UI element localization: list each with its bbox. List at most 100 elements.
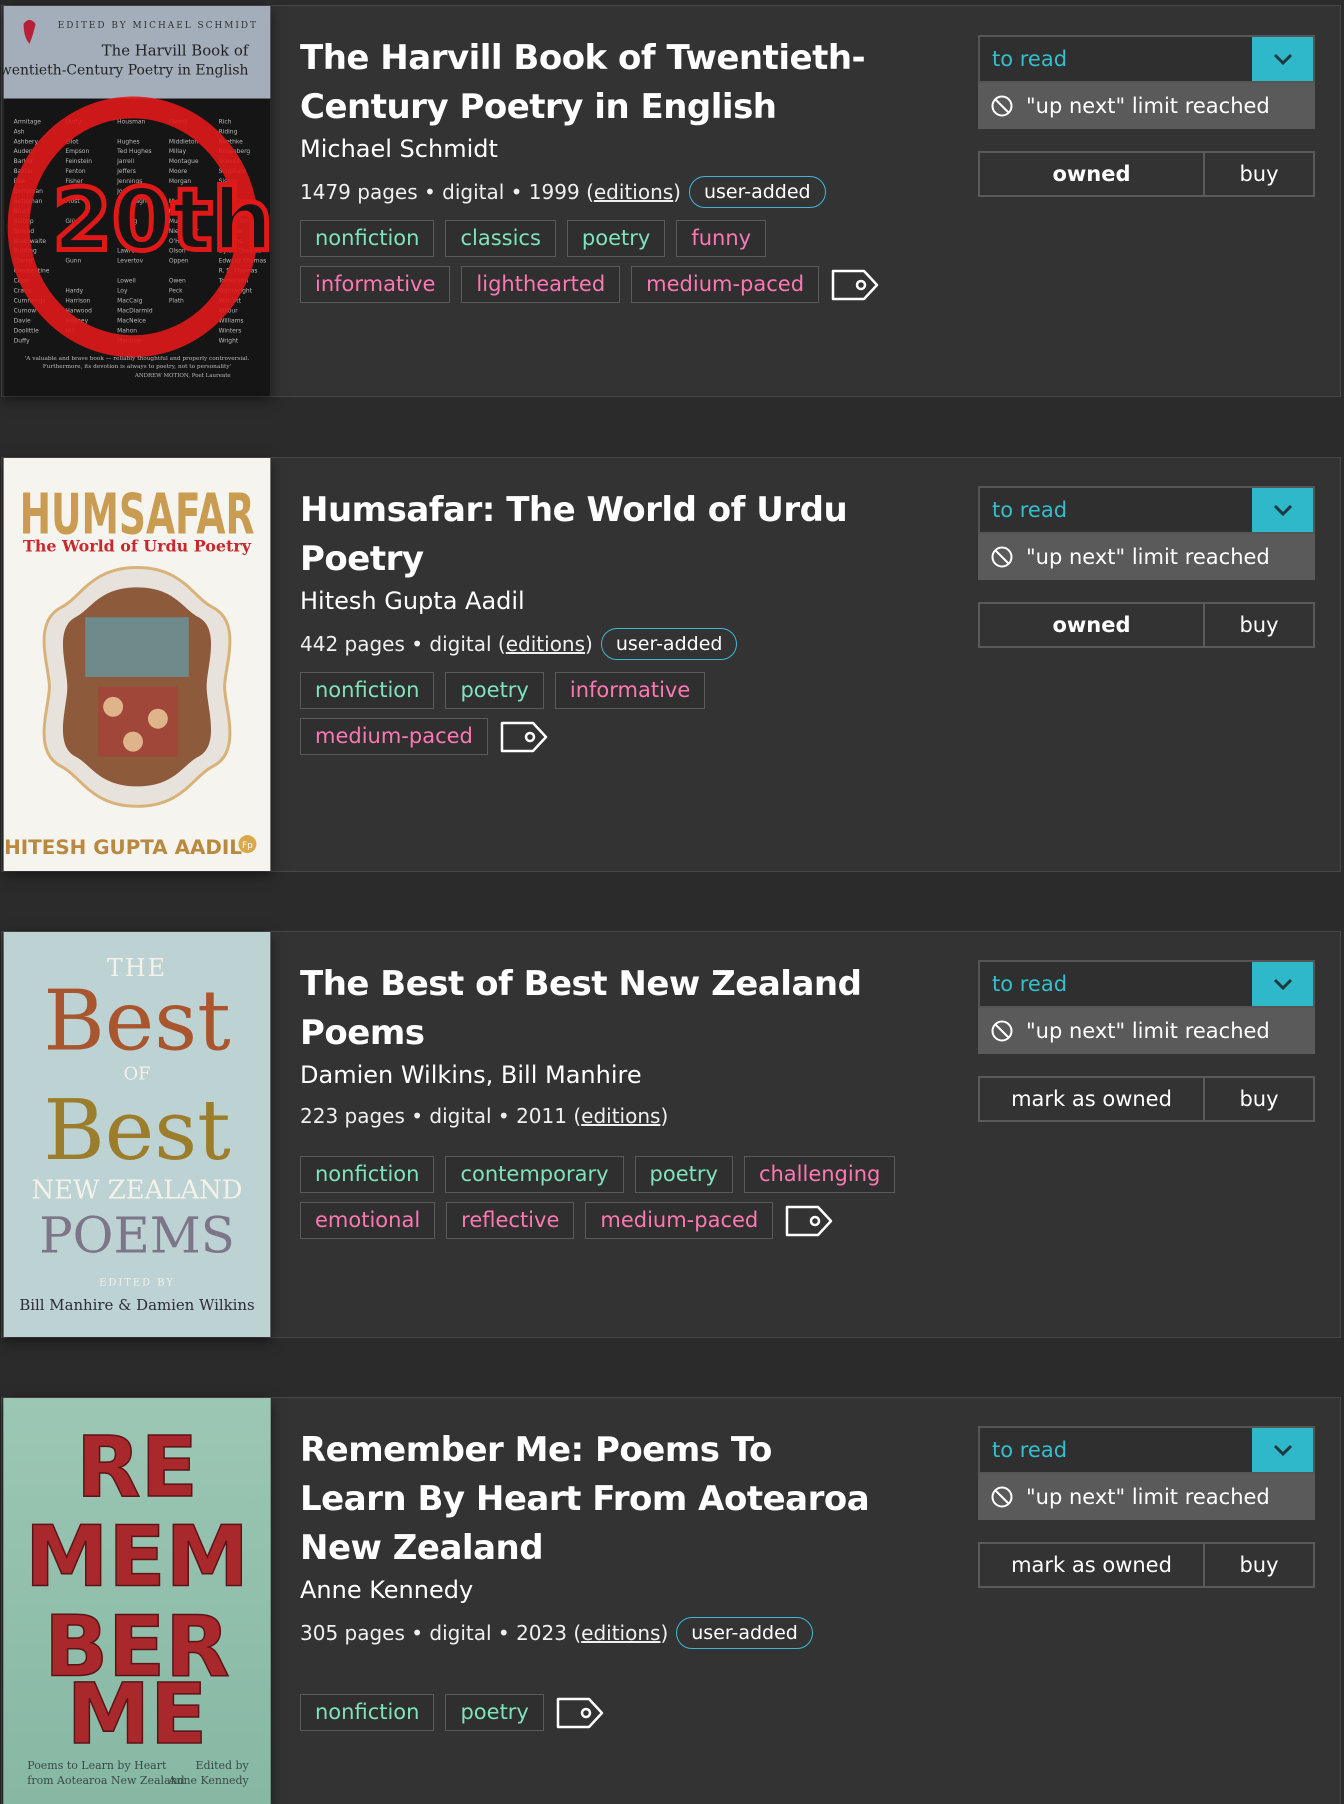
- svg-text:Twentieth-Century Poetry in En: Twentieth-Century Poetry in English: [3, 63, 248, 79]
- cover-art: RE MEM BER ME Poems to Learn by Heart fr…: [3, 1398, 271, 1804]
- book-title[interactable]: Remember Me: Poems To Learn By Heart Fro…: [300, 1426, 880, 1573]
- editions-link[interactable]: editions: [594, 180, 673, 204]
- status-value: to read: [992, 1438, 1068, 1462]
- cover-art: EDITED BY MICHAEL SCHMIDT The Harvill Bo…: [3, 6, 271, 396]
- tag-list: nonfiction classics poetry funny informa…: [300, 220, 920, 303]
- book-meta: 1479 pages • digital • 1999 (editions) u…: [300, 176, 900, 208]
- tag[interactable]: emotional: [300, 1202, 436, 1239]
- svg-text:Ashbery: Ashbery: [14, 138, 39, 145]
- tag[interactable]: nonfiction: [300, 220, 435, 257]
- svg-text:20th: 20th: [52, 172, 271, 271]
- tag[interactable]: poetry: [445, 672, 544, 709]
- tag-icon[interactable]: [555, 1696, 605, 1730]
- buy-button[interactable]: buy: [1205, 604, 1313, 646]
- chevron-down-icon[interactable]: [1252, 962, 1313, 1006]
- book-cover[interactable]: EDITED BY MICHAEL SCHMIDT The Harvill Bo…: [3, 6, 271, 396]
- tag[interactable]: lighthearted: [461, 266, 621, 303]
- cover-art: THE Best OF Best NEW ZEALAND POEMS EDITE…: [3, 932, 271, 1337]
- book-author[interactable]: Damien Wilkins, Bill Manhire: [300, 1060, 900, 1090]
- svg-text:Loy: Loy: [117, 288, 128, 295]
- owned-button[interactable]: owned: [980, 153, 1205, 195]
- svg-text:MacNeice: MacNeice: [117, 317, 146, 324]
- svg-text:EDITED BY MICHAEL SCHMIDT: EDITED BY MICHAEL SCHMIDT: [58, 21, 258, 31]
- svg-text:Jarrell: Jarrell: [116, 158, 134, 165]
- tag-icon[interactable]: [784, 1204, 834, 1238]
- svg-text:Owen: Owen: [169, 278, 186, 285]
- tag[interactable]: classics: [445, 220, 556, 257]
- meta-text: 1479 pages • digital • 1999 (: [300, 180, 594, 204]
- meta-suffix: ): [660, 1621, 669, 1645]
- buy-button[interactable]: buy: [1205, 1078, 1313, 1120]
- tag[interactable]: nonfiction: [300, 672, 435, 709]
- tag[interactable]: medium-paced: [300, 718, 488, 755]
- tag-icon[interactable]: [499, 720, 549, 754]
- book-author[interactable]: Hitesh Gupta Aadil: [300, 586, 900, 616]
- status-select[interactable]: to read: [978, 35, 1315, 83]
- editions-link[interactable]: editions: [581, 1104, 660, 1128]
- svg-text:The Harvill Book of: The Harvill Book of: [102, 42, 250, 60]
- tag[interactable]: poetry: [634, 1156, 733, 1193]
- tag[interactable]: challenging: [743, 1156, 896, 1193]
- user-added-badge: user-added: [600, 628, 738, 660]
- tag[interactable]: medium-paced: [585, 1202, 774, 1239]
- svg-text:Davie: Davie: [14, 317, 31, 324]
- status-value: to read: [992, 498, 1068, 522]
- chevron-down-icon[interactable]: [1252, 1428, 1313, 1472]
- svg-text:Ted Hughes: Ted Hughes: [116, 148, 152, 155]
- tag[interactable]: nonfiction: [300, 1694, 435, 1731]
- book-cover[interactable]: RE MEM BER ME Poems to Learn by Heart fr…: [3, 1398, 271, 1804]
- svg-text:ANDREW MOTION, Poet Laureate: ANDREW MOTION, Poet Laureate: [134, 373, 231, 379]
- tag[interactable]: reflective: [446, 1202, 575, 1239]
- tag[interactable]: poetry: [566, 220, 666, 257]
- chevron-down-icon[interactable]: [1252, 37, 1313, 81]
- buy-button[interactable]: buy: [1205, 153, 1313, 195]
- cover-art: HUMSAFAR The World of Urdu Poetry HITESH…: [3, 458, 271, 871]
- status-select[interactable]: to read: [978, 486, 1315, 534]
- tag-icon[interactable]: [830, 268, 880, 302]
- limit-text: "up next" limit reached: [1026, 94, 1270, 118]
- prohibited-icon: [991, 1020, 1013, 1042]
- svg-text:Feinstein: Feinstein: [65, 158, 92, 165]
- status-select[interactable]: to read: [978, 960, 1315, 1008]
- book-cover[interactable]: HUMSAFAR The World of Urdu Poetry HITESH…: [3, 458, 271, 871]
- book-author[interactable]: Anne Kennedy: [300, 1575, 880, 1605]
- svg-text:Curnow: Curnow: [14, 307, 37, 314]
- ownership-controls: owned buy: [978, 151, 1315, 197]
- svg-text:The World of Urdu Poetry: The World of Urdu Poetry: [23, 537, 252, 556]
- book-title[interactable]: Humsafar: The World of Urdu Poetry: [300, 486, 900, 584]
- book-meta: 223 pages • digital • 2011 (editions): [300, 1102, 900, 1130]
- editions-link[interactable]: editions: [581, 1621, 660, 1645]
- svg-text:Doolittle: Doolittle: [14, 327, 39, 334]
- limit-text: "up next" limit reached: [1026, 1485, 1270, 1509]
- svg-text:Winters: Winters: [219, 327, 242, 334]
- svg-text:Hardy: Hardy: [65, 288, 83, 295]
- ownership-controls: mark as owned buy: [978, 1542, 1315, 1588]
- chevron-down-icon[interactable]: [1252, 488, 1313, 532]
- tag[interactable]: nonfiction: [300, 1156, 435, 1193]
- tag[interactable]: informative: [554, 672, 706, 709]
- tag[interactable]: contemporary: [445, 1156, 624, 1193]
- tag[interactable]: informative: [300, 266, 451, 303]
- book-meta: 442 pages • digital (editions) user-adde…: [300, 628, 900, 660]
- editions-link[interactable]: editions: [506, 632, 585, 656]
- book-author[interactable]: Michael Schmidt: [300, 134, 900, 164]
- status-select[interactable]: to read: [978, 1426, 1315, 1474]
- buy-button[interactable]: buy: [1205, 1544, 1313, 1586]
- limit-text: "up next" limit reached: [1026, 545, 1270, 569]
- meta-text: 223 pages • digital • 2011 (: [300, 1104, 582, 1128]
- book-title[interactable]: The Best of Best New Zealand Poems: [300, 960, 900, 1058]
- tag[interactable]: funny: [676, 220, 767, 257]
- meta-suffix: ): [660, 1104, 669, 1128]
- svg-text:Duffy: Duffy: [14, 337, 30, 344]
- book-cover[interactable]: THE Best OF Best NEW ZEALAND POEMS EDITE…: [3, 932, 271, 1337]
- svg-text:Ash: Ash: [14, 128, 25, 135]
- book-title[interactable]: The Harvill Book of Twentieth-Century Po…: [300, 34, 900, 132]
- svg-text:EDITED BY: EDITED BY: [99, 1277, 175, 1288]
- tag[interactable]: poetry: [445, 1694, 544, 1731]
- tag[interactable]: medium-paced: [631, 266, 820, 303]
- svg-text:Bill Manhire & Damien Wilkins: Bill Manhire & Damien Wilkins: [19, 1296, 254, 1314]
- mark-as-owned-button[interactable]: mark as owned: [980, 1078, 1205, 1120]
- mark-as-owned-button[interactable]: mark as owned: [980, 1544, 1205, 1586]
- owned-button[interactable]: owned: [980, 604, 1205, 646]
- ownership-controls: owned buy: [978, 602, 1315, 648]
